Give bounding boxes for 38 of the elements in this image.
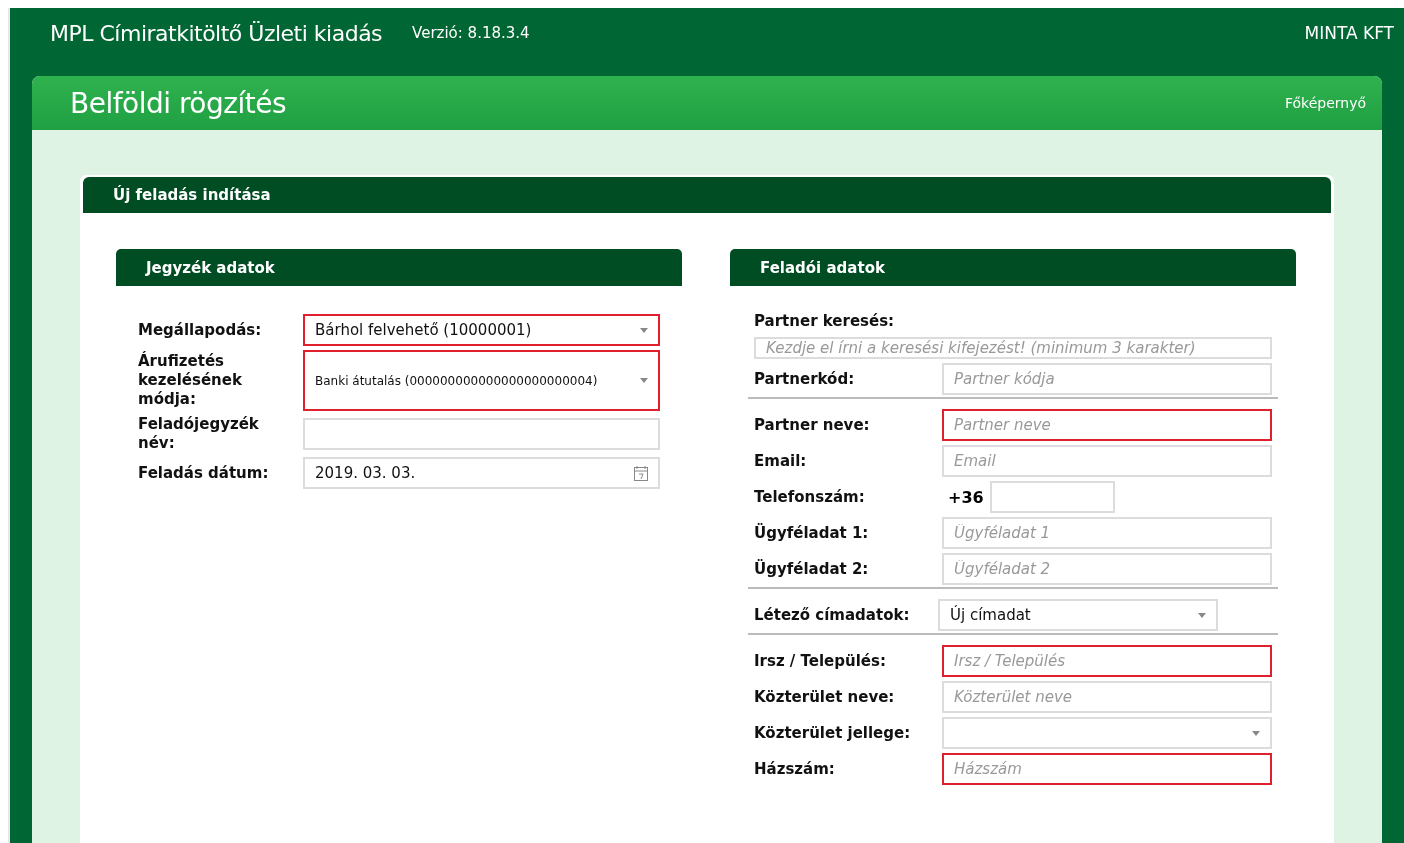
field-label: Email: xyxy=(754,451,808,471)
field-label: Közterület neve: xyxy=(754,687,896,707)
dropdown-field[interactable] xyxy=(942,717,1272,749)
input-field[interactable]: Irsz / Település xyxy=(942,645,1272,677)
field-label: Ügyféladat 1: xyxy=(754,523,870,543)
card-title: Új feladás indítása xyxy=(113,186,271,204)
field-label: Megállapodás: xyxy=(138,320,263,340)
field-label: Ügyféladat 2: xyxy=(754,559,870,579)
field-label: Feladójegyzék név: xyxy=(138,415,260,453)
caret-icon xyxy=(640,327,648,333)
caret-icon xyxy=(640,378,648,383)
field-label: Telefonszám: xyxy=(754,487,866,507)
date-field[interactable]: 2019. 03. 03. xyxy=(303,457,660,489)
input-field[interactable]: Házszám xyxy=(942,753,1272,785)
field-label: Partnerkód: xyxy=(754,369,856,389)
caret-icon xyxy=(1198,612,1206,618)
page-title: Belföldi rögzítés xyxy=(70,86,286,120)
field-label: Feladás dátum: xyxy=(138,463,270,483)
dropdown-field[interactable]: Banki átutalás (000000000000000000000004) xyxy=(303,350,660,411)
field-label: Közterület jellege: xyxy=(754,723,912,743)
field-label: Létező címadatok: xyxy=(754,605,911,625)
phone-prefix: +36 xyxy=(948,487,984,507)
company-name: MINTA KFT xyxy=(1304,23,1394,43)
field-label: Árufizetés kezelésének módja: xyxy=(138,350,243,410)
section-title: Jegyzék adatok xyxy=(146,258,275,277)
field-label: Partner neve: xyxy=(754,415,871,435)
input-field[interactable]: Partner neve xyxy=(942,409,1272,441)
field-label: Partner keresés: xyxy=(754,312,896,331)
calendar-icon xyxy=(634,465,648,481)
app-title: MPL Címiratkitöltő Üzleti kiadás xyxy=(50,20,383,46)
version-label: Verzió: 8.18.3.4 xyxy=(412,24,530,42)
dropdown-field[interactable]: Bárhol felvehető (10000001) xyxy=(303,314,660,346)
phone-field[interactable] xyxy=(989,481,1115,513)
field-label: Házszám: xyxy=(754,759,836,779)
caret-icon xyxy=(1252,730,1260,736)
dropdown-field[interactable]: Új címadat xyxy=(938,599,1218,631)
section-title: Feladói adatok xyxy=(760,258,885,277)
field-label: Irsz / Település: xyxy=(754,651,887,671)
